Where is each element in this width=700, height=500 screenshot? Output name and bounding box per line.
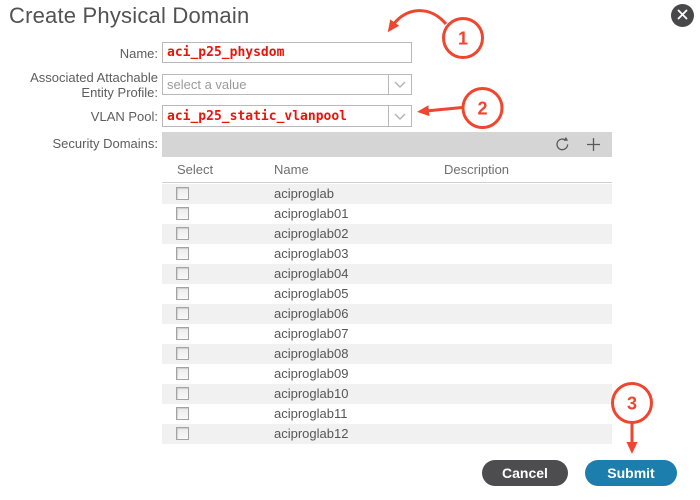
vlan-pool-select[interactable]: aci_p25_static_vlanpool [162,105,412,127]
aaep-select-value: select a value [163,75,388,94]
table-row: aciproglab06 [162,304,612,324]
table-row: aciproglab05 [162,284,612,304]
row-checkbox[interactable] [176,287,189,300]
column-header-name: Name [274,158,309,182]
vlan-pool-select-value: aci_p25_static_vlanpool [163,106,388,126]
column-header-description: Description [444,158,509,182]
row-checkbox[interactable] [176,327,189,340]
table-row: aciproglab09 [162,364,612,384]
step2-arrow [426,108,462,112]
row-name: aciproglab03 [274,244,348,264]
row-checkbox[interactable] [176,367,189,380]
step1-circle [444,19,483,58]
table-row: aciproglab01 [162,204,612,224]
row-checkbox[interactable] [176,347,189,360]
step1-number: 1 [458,29,468,49]
aaep-select[interactable]: select a value [162,74,412,95]
row-name: aciproglab [274,184,334,204]
row-checkbox[interactable] [176,427,189,440]
table-row: aciproglab11 [162,404,612,424]
table-body: aciproglab aciproglab01 aciproglab02 aci… [162,184,612,444]
row-name: aciproglab02 [274,224,348,244]
refresh-button[interactable] [553,136,571,154]
table-row: aciproglab04 [162,264,612,284]
plus-icon [586,137,601,152]
row-name: aciproglab06 [274,304,348,324]
table-row: aciproglab02 [162,224,612,244]
row-name: aciproglab10 [274,384,348,404]
table-row: aciproglab07 [162,324,612,344]
row-name: aciproglab11 [274,404,347,424]
refresh-icon [554,136,571,153]
table-row: aciproglab [162,184,612,204]
step1-arrow [393,11,446,25]
row-name: aciproglab01 [274,204,348,224]
row-checkbox[interactable] [176,187,189,200]
create-physical-domain-dialog: Create Physical Domain Name: Associated … [0,0,700,500]
add-button[interactable] [584,136,602,154]
table-row: aciproglab12 [162,424,612,444]
row-checkbox[interactable] [176,247,189,260]
step2-number: 2 [477,99,487,119]
security-domains-label: Security Domains: [0,136,158,151]
row-checkbox[interactable] [176,407,189,420]
name-label: Name: [0,46,158,61]
row-checkbox[interactable] [176,307,189,320]
vlan-pool-label: VLAN Pool: [0,109,158,124]
table-row: aciproglab10 [162,384,612,404]
chevron-down-icon[interactable] [388,106,411,126]
row-name: aciproglab09 [274,364,348,384]
row-name: aciproglab07 [274,324,348,344]
row-name: aciproglab12 [274,424,348,444]
table-row: aciproglab08 [162,344,612,364]
row-checkbox[interactable] [176,227,189,240]
step3-circle [613,384,652,423]
close-button[interactable] [671,4,694,27]
dialog-title: Create Physical Domain [9,3,249,29]
row-name: aciproglab04 [274,264,348,284]
cancel-button[interactable]: Cancel [482,460,568,486]
row-checkbox[interactable] [176,387,189,400]
row-name: aciproglab05 [274,284,348,304]
name-input[interactable] [162,42,412,63]
aaep-label: Associated Attachable Entity Profile: [0,70,158,100]
security-domains-toolbar [162,132,612,157]
row-name: aciproglab08 [274,344,348,364]
submit-button[interactable]: Submit [585,460,677,486]
step2-circle [463,89,502,128]
row-checkbox[interactable] [176,207,189,220]
step3-number: 3 [627,394,637,414]
close-icon [677,7,688,25]
chevron-down-icon[interactable] [388,75,411,94]
table-header: Select Name Description [162,158,612,183]
row-checkbox[interactable] [176,267,189,280]
table-row: aciproglab03 [162,244,612,264]
column-header-select: Select [177,158,213,182]
